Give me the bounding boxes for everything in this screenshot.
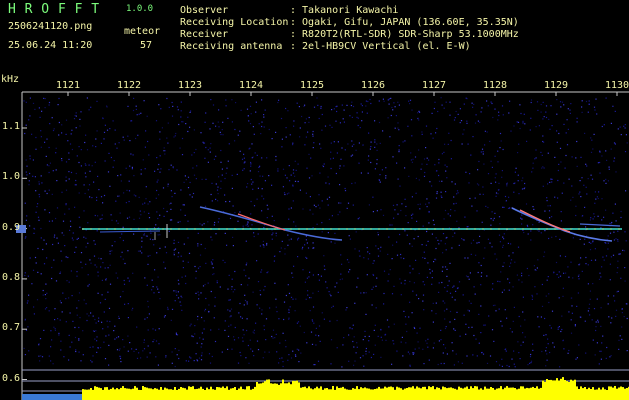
meteor-echo-trace	[199, 206, 343, 241]
x-tick-label: 1121	[56, 80, 81, 91]
y-tick-label: 0.9	[2, 221, 21, 233]
noise-field	[23, 97, 628, 368]
y-axis-unit: kHz	[1, 74, 20, 85]
x-tick-label: 1126	[361, 80, 386, 91]
x-tick-label: 1122	[117, 80, 142, 91]
x-tick-label: 1125	[300, 80, 325, 91]
level-bar-gap	[22, 394, 82, 400]
y-axis-ticks	[22, 127, 27, 380]
meteor-echo-trace	[99, 230, 161, 233]
spectrogram-panel	[16, 91, 629, 400]
y-tick-label: 0.8	[2, 271, 21, 283]
x-tick-label: 1130	[605, 80, 629, 91]
x-axis-ticks	[67, 92, 618, 96]
x-tick-label: 1123	[178, 80, 203, 91]
x-tick-label: 1129	[544, 80, 569, 91]
y-tick-label: 1.1	[2, 121, 21, 132]
meteor-echo-core	[237, 213, 286, 231]
y-tick-label: 1.0	[2, 171, 21, 183]
meteor-echo-trace	[579, 223, 621, 227]
x-tick-label: 1128	[483, 80, 508, 91]
x-tick-label: 1124	[239, 80, 264, 91]
y-tick-label: 0.7	[2, 322, 21, 334]
y-tick-label: 0.6	[2, 372, 21, 384]
x-tick-label: 1127	[422, 80, 447, 91]
